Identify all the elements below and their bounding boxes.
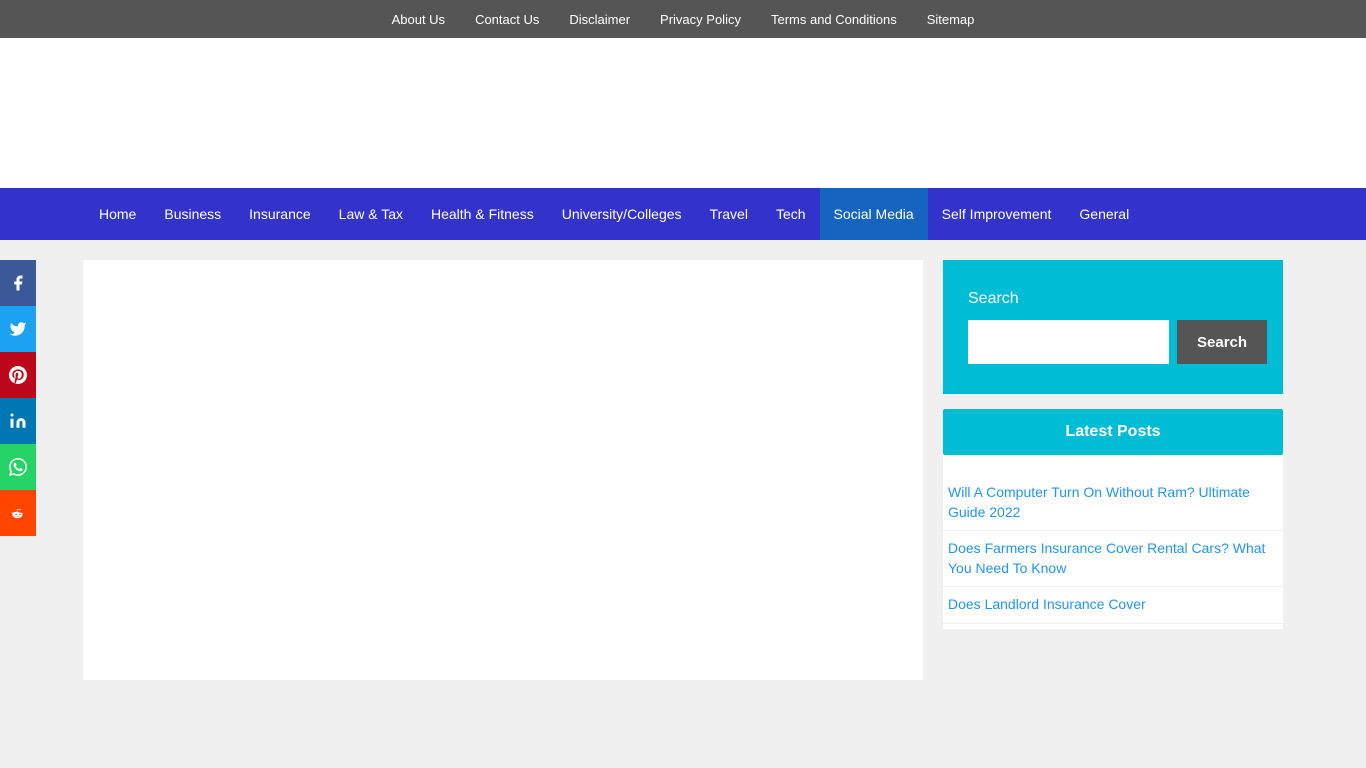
sidebar: Search Search Latest Posts Will A Comput…	[943, 260, 1283, 680]
whatsapp-share-button[interactable]	[0, 444, 36, 490]
privacy-policy-link[interactable]: Privacy Policy	[660, 12, 741, 27]
nav-general[interactable]: General	[1065, 188, 1143, 240]
search-label: Search	[968, 290, 1258, 308]
list-item: Does Farmers Insurance Cover Rental Cars…	[943, 531, 1283, 587]
search-box: Search Search	[943, 260, 1283, 394]
about-us-link[interactable]: About Us	[392, 12, 445, 27]
main-nav: Home Business Insurance Law & Tax Health…	[0, 188, 1366, 240]
terms-conditions-link[interactable]: Terms and Conditions	[771, 12, 897, 27]
nav-university[interactable]: University/Colleges	[548, 188, 696, 240]
page-wrapper: Search Search Latest Posts Will A Comput…	[83, 240, 1283, 700]
nav-social-media[interactable]: Social Media	[820, 188, 928, 240]
latest-posts-header: Latest Posts	[943, 409, 1283, 455]
ad-banner	[0, 38, 1366, 188]
sitemap-link[interactable]: Sitemap	[927, 12, 975, 27]
latest-posts-list: Will A Computer Turn On Without Ram? Ult…	[943, 470, 1283, 629]
nav-tech[interactable]: Tech	[762, 188, 820, 240]
contact-us-link[interactable]: Contact Us	[475, 12, 539, 27]
nav-travel[interactable]: Travel	[696, 188, 762, 240]
main-content	[83, 260, 923, 680]
latest-post-link-1[interactable]: Will A Computer Turn On Without Ram? Ult…	[948, 484, 1250, 520]
search-input[interactable]	[968, 320, 1169, 364]
twitter-share-button[interactable]	[0, 306, 36, 352]
social-sidebar	[0, 260, 36, 536]
latest-post-link-3[interactable]: Does Landlord Insurance Cover	[948, 596, 1146, 612]
nav-self-improvement[interactable]: Self Improvement	[928, 188, 1066, 240]
top-bar: About Us Contact Us Disclaimer Privacy P…	[0, 0, 1366, 38]
nav-health-fitness[interactable]: Health & Fitness	[417, 188, 548, 240]
list-item: Will A Computer Turn On Without Ram? Ult…	[943, 475, 1283, 531]
nav-insurance[interactable]: Insurance	[235, 188, 324, 240]
reddit-share-button[interactable]	[0, 490, 36, 536]
latest-posts-box: Latest Posts Will A Computer Turn On Wit…	[943, 409, 1283, 629]
nav-home[interactable]: Home	[85, 188, 150, 240]
linkedin-share-button[interactable]	[0, 398, 36, 444]
search-button[interactable]: Search	[1177, 320, 1267, 364]
nav-law-tax[interactable]: Law & Tax	[325, 188, 417, 240]
facebook-share-button[interactable]	[0, 260, 36, 306]
latest-post-link-2[interactable]: Does Farmers Insurance Cover Rental Cars…	[948, 540, 1265, 576]
disclaimer-link[interactable]: Disclaimer	[569, 12, 630, 27]
search-row: Search	[968, 320, 1258, 364]
nav-business[interactable]: Business	[150, 188, 235, 240]
list-item: Does Landlord Insurance Cover	[943, 587, 1283, 624]
pinterest-share-button[interactable]	[0, 352, 36, 398]
